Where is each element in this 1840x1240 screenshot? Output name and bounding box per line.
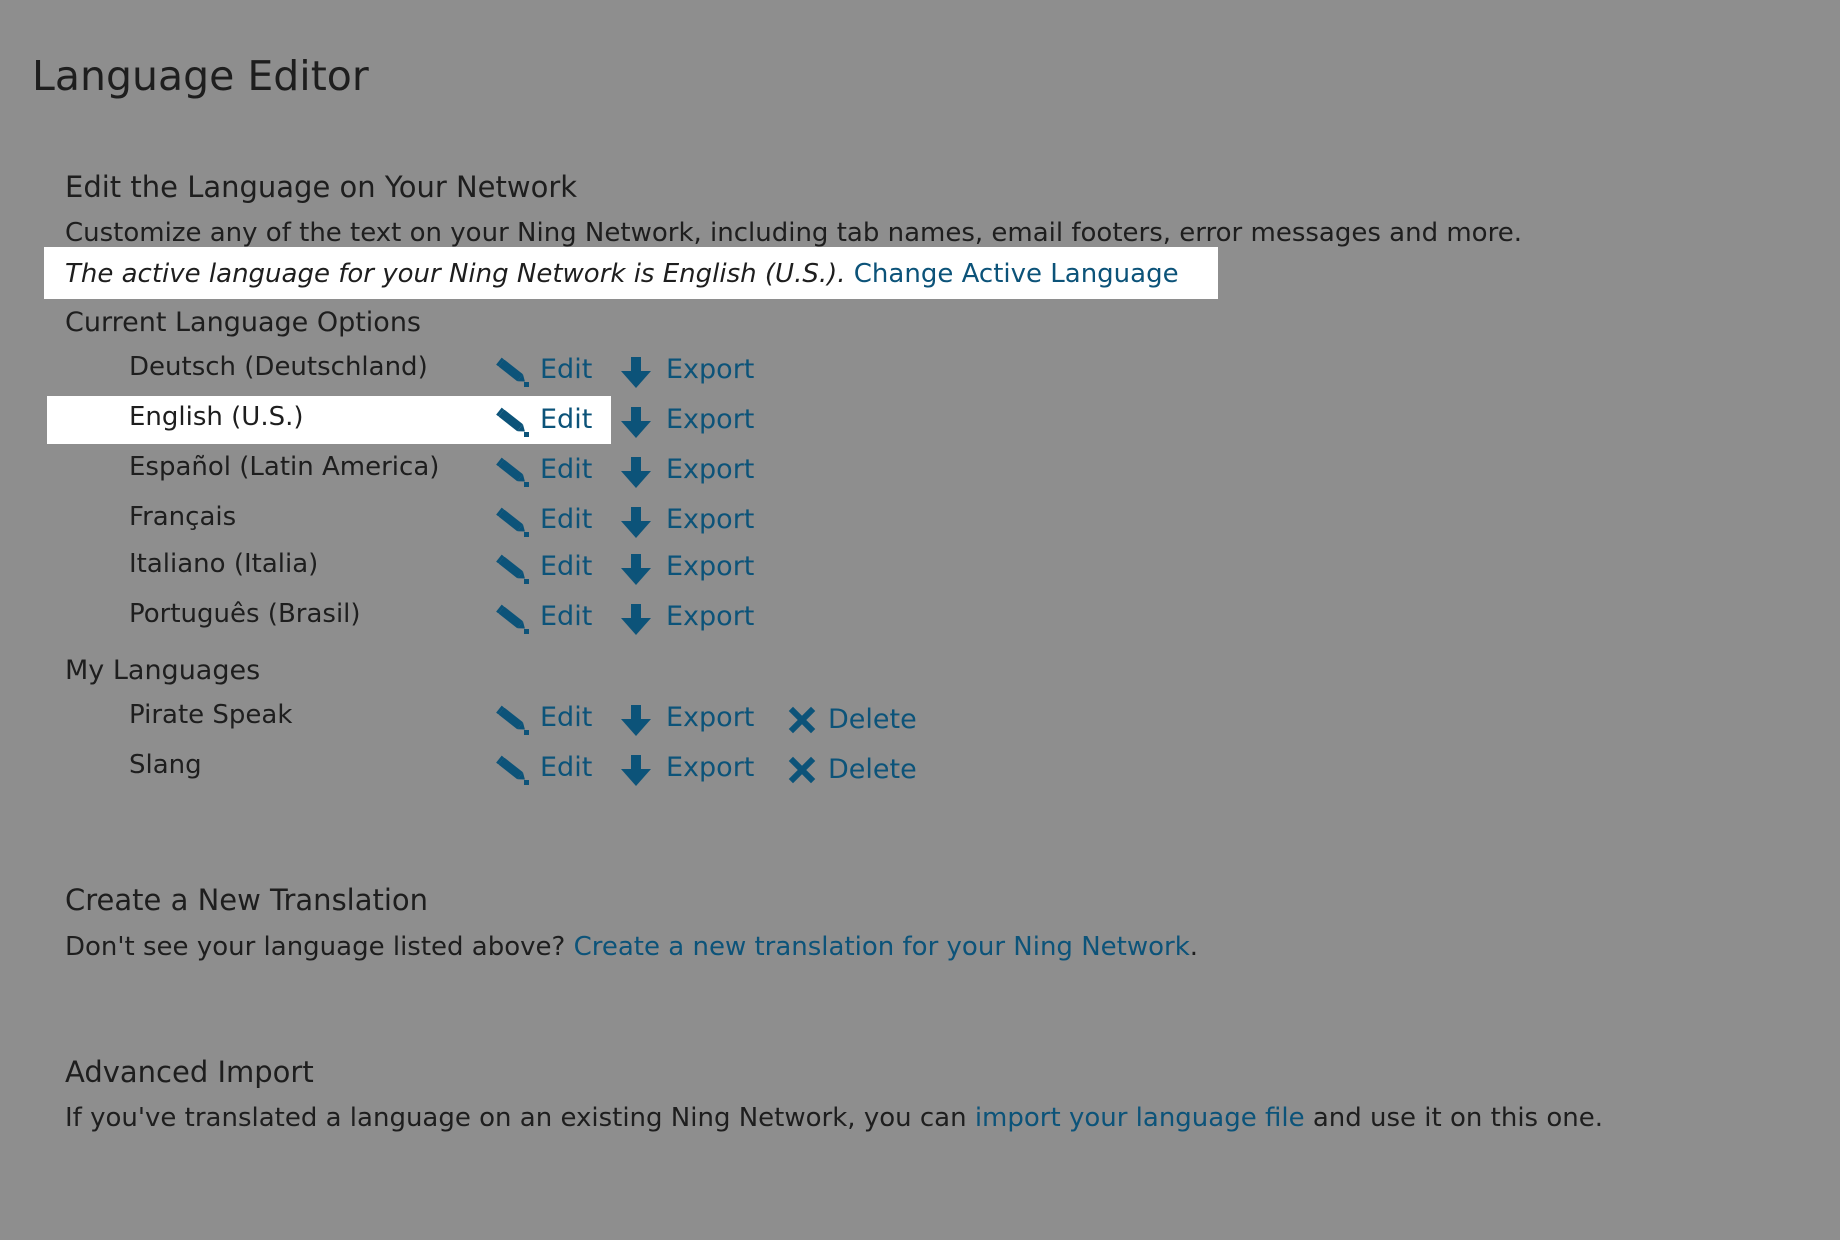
create-translation-line: Don't see your language listed above? Cr… — [65, 932, 1198, 962]
export-button-label: Export — [666, 454, 755, 485]
edit-button[interactable]: Edit — [494, 354, 594, 390]
pencil-icon — [496, 457, 529, 487]
pencil-icon — [496, 407, 529, 437]
export-button-label: Export — [666, 354, 755, 385]
export-button-label: Export — [666, 404, 755, 435]
delete-button-label: Delete — [828, 754, 917, 785]
current-language-name: Italiano (Italia) — [129, 549, 319, 579]
edit-button-label: Edit — [540, 354, 593, 385]
create-translation-heading: Create a New Translation — [65, 883, 429, 917]
download-arrow-icon — [621, 604, 651, 635]
edit-button-label: Edit — [540, 752, 593, 783]
edit-button-label: Edit — [540, 702, 593, 733]
edit-button-label: Edit — [540, 454, 593, 485]
current-language-name: Português (Brasil) — [129, 599, 361, 629]
delete-button[interactable]: Delete — [788, 704, 918, 740]
edit-button[interactable]: Edit — [494, 702, 594, 738]
edit-button[interactable]: Edit — [494, 504, 594, 540]
edit-button[interactable]: Edit — [494, 454, 594, 490]
create-translation-suffix: . — [1189, 932, 1199, 962]
edit-language-heading: Edit the Language on Your Network — [65, 170, 578, 204]
pencil-icon — [496, 554, 529, 584]
export-button[interactable]: Export — [620, 504, 760, 540]
export-button-label: Export — [666, 702, 755, 733]
download-arrow-icon — [621, 457, 651, 488]
download-arrow-icon — [621, 357, 651, 388]
my-language-name: Slang — [129, 750, 202, 780]
edit-button[interactable]: Edit — [494, 752, 594, 788]
download-arrow-icon — [621, 507, 651, 538]
current-language-name: English (U.S.) — [129, 402, 304, 432]
pencil-icon — [496, 705, 529, 735]
delete-button-label: Delete — [828, 704, 917, 735]
download-arrow-icon — [621, 705, 651, 736]
edit-button-label: Edit — [540, 551, 593, 582]
close-x-icon — [788, 756, 816, 784]
download-arrow-icon — [621, 755, 651, 786]
current-language-options-heading: Current Language Options — [65, 307, 421, 338]
export-button[interactable]: Export — [620, 601, 760, 637]
pencil-icon — [496, 755, 529, 785]
edit-button-label: Edit — [540, 504, 593, 535]
download-arrow-icon — [621, 407, 651, 438]
close-x-icon — [788, 706, 816, 734]
download-arrow-icon — [621, 554, 651, 585]
export-button[interactable]: Export — [620, 404, 760, 440]
pencil-icon — [496, 357, 529, 387]
export-button[interactable]: Export — [620, 454, 760, 490]
export-button[interactable]: Export — [620, 752, 760, 788]
export-button-label: Export — [666, 504, 755, 535]
change-active-language-link[interactable]: Change Active Language — [854, 259, 1179, 289]
create-translation-link[interactable]: Create a new translation for your Ning N… — [574, 932, 1190, 962]
pencil-icon — [496, 507, 529, 537]
current-language-name: Français — [129, 502, 237, 532]
delete-button[interactable]: Delete — [788, 754, 918, 790]
active-language-line: The active language for your Ning Networ… — [65, 259, 1179, 289]
current-language-name: Español (Latin America) — [129, 452, 440, 482]
create-translation-text: Don't see your language listed above? — [65, 932, 566, 962]
advanced-import-heading: Advanced Import — [65, 1055, 314, 1089]
pencil-icon — [496, 604, 529, 634]
advanced-import-text-before: If you've translated a language on an ex… — [65, 1103, 967, 1133]
edit-button[interactable]: Edit — [494, 551, 594, 587]
advanced-import-line: If you've translated a language on an ex… — [65, 1103, 1603, 1133]
edit-button[interactable]: Edit — [494, 601, 594, 637]
export-button[interactable]: Export — [620, 354, 760, 390]
edit-button-label: Edit — [540, 601, 593, 632]
my-languages-heading: My Languages — [65, 655, 261, 686]
export-button[interactable]: Export — [620, 551, 760, 587]
export-button-label: Export — [666, 601, 755, 632]
import-language-file-link[interactable]: import your language file — [975, 1103, 1305, 1133]
export-button-label: Export — [666, 551, 755, 582]
current-language-name: Deutsch (Deutschland) — [129, 352, 428, 382]
advanced-import-text-after: and use it on this one. — [1312, 1103, 1603, 1133]
page-title: Language Editor — [32, 52, 369, 100]
active-language-text: The active language for your Ning Networ… — [65, 259, 846, 289]
export-button[interactable]: Export — [620, 702, 760, 738]
edit-button-label: Edit — [540, 404, 593, 435]
edit-language-description: Customize any of the text on your Ning N… — [65, 218, 1522, 248]
export-button-label: Export — [666, 752, 755, 783]
my-language-name: Pirate Speak — [129, 700, 293, 730]
edit-button[interactable]: Edit — [494, 404, 594, 440]
